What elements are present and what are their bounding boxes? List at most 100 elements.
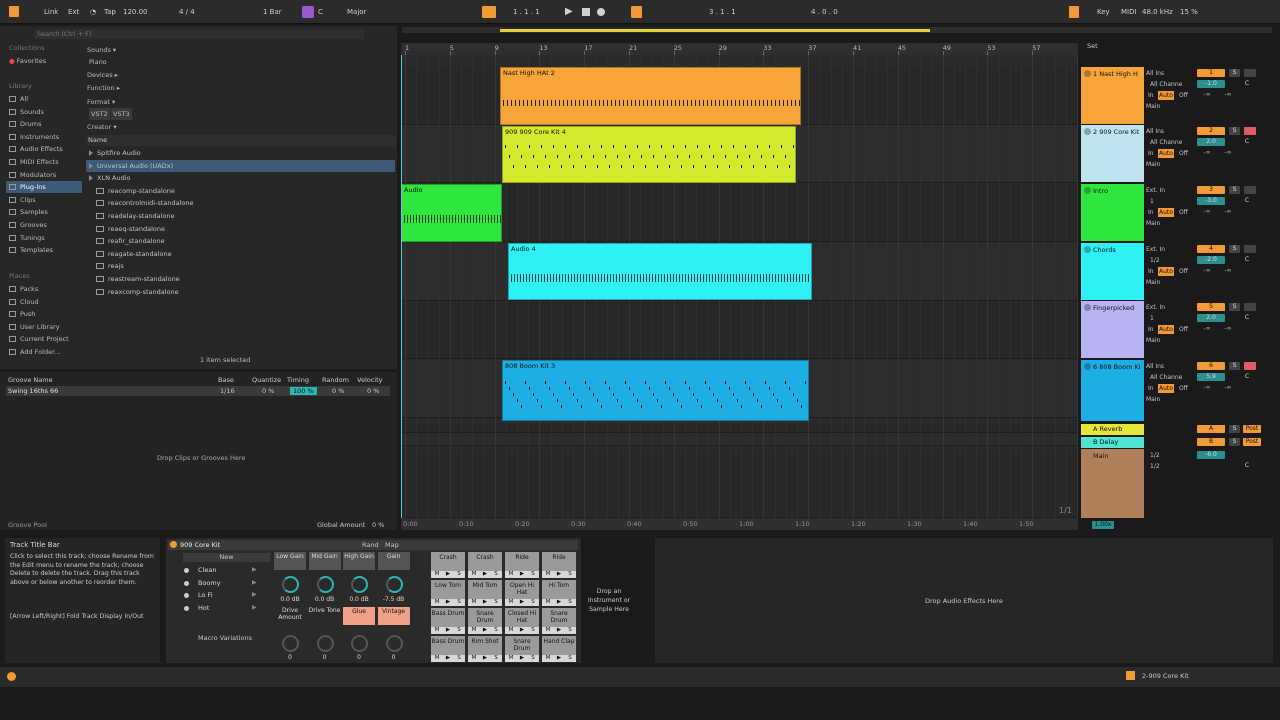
pad-btn-2[interactable]: S: [565, 655, 576, 662]
arm-button[interactable]: [1244, 69, 1256, 77]
filter-3[interactable]: Function ▸: [87, 82, 120, 94]
places-item-cloud[interactable]: Cloud: [6, 296, 82, 308]
pad-btn-0[interactable]: M: [506, 599, 517, 606]
hamburger-icon[interactable]: [9, 6, 19, 17]
pad-btn-1[interactable]: ▶: [480, 571, 491, 578]
pad-btn-0[interactable]: M: [506, 571, 517, 578]
macro-knob[interactable]: [351, 635, 368, 652]
variation-name[interactable]: Boomy: [198, 579, 221, 587]
variation-play-icon[interactable]: ▶: [252, 566, 257, 573]
drum-pad[interactable]: Crash M ▶ S: [468, 552, 502, 578]
midi-map-button[interactable]: MIDI: [1121, 6, 1137, 18]
drum-pad[interactable]: Mid Tom M ▶ S: [468, 580, 502, 606]
pad-btn-1[interactable]: ▶: [480, 655, 491, 662]
device-power-icon[interactable]: [170, 541, 177, 548]
pad-btn-2[interactable]: S: [491, 655, 502, 662]
places-item-user-library[interactable]: User Library: [6, 321, 82, 333]
monitor-auto[interactable]: Auto: [1158, 384, 1174, 393]
track-activator[interactable]: 1: [1197, 69, 1225, 77]
input-type[interactable]: All Ins: [1146, 69, 1164, 78]
groove-base[interactable]: 1/16: [220, 387, 235, 395]
sidebar-item-plug-ins[interactable]: Plug-Ins: [6, 181, 82, 194]
pad-btn-1[interactable]: ▶: [517, 599, 528, 606]
macro-knob[interactable]: [316, 576, 334, 593]
input-channel[interactable]: 1: [1150, 197, 1154, 206]
variation-play-icon[interactable]: ▶: [252, 591, 257, 598]
input-channel[interactable]: 1: [1150, 314, 1154, 323]
pad-btn-2[interactable]: S: [565, 627, 576, 634]
solo-button[interactable]: S: [1229, 362, 1240, 370]
output-select[interactable]: Main: [1146, 395, 1160, 404]
global-amount-field[interactable]: 0 %: [372, 521, 384, 529]
filter-1[interactable]: Piano: [89, 56, 107, 68]
send-b[interactable]: -∞: [1219, 149, 1237, 157]
loop-start[interactable]: 3 . 1 . 1: [709, 6, 736, 18]
input-type[interactable]: Ext. In: [1146, 186, 1165, 195]
monitor-off[interactable]: Off: [1179, 325, 1188, 334]
monitor-off[interactable]: Off: [1179, 149, 1188, 158]
sidebar-item-clips[interactable]: Clips: [6, 194, 82, 206]
drum-pad[interactable]: Low Tom M ▶ S: [431, 580, 465, 606]
pad-btn-0[interactable]: M: [469, 655, 480, 662]
places-item-current-project[interactable]: Current Project: [6, 333, 82, 345]
pad-btn-2[interactable]: S: [491, 599, 502, 606]
drum-pad[interactable]: Snare Drum M ▶ S: [542, 608, 576, 634]
monitor-in[interactable]: In: [1148, 325, 1154, 334]
draw-mode-icon[interactable]: [1069, 6, 1079, 18]
loop-length[interactable]: 1 Bar: [263, 6, 282, 18]
browser-item[interactable]: reaxcomp-standalone: [86, 286, 395, 298]
volume-field[interactable]: 2.0: [1197, 314, 1225, 322]
sidebar-item-all[interactable]: All: [6, 93, 82, 105]
pad-btn-2[interactable]: S: [454, 627, 465, 634]
drum-pad[interactable]: Open Hi Hat M ▶ S: [505, 580, 539, 606]
volume-field[interactable]: -3.0: [1197, 197, 1225, 205]
return-activator[interactable]: A: [1197, 425, 1225, 433]
fold-icon[interactable]: [1084, 304, 1091, 311]
track-header[interactable]: 6 808 Boom Ki: [1081, 360, 1144, 421]
sidebar-item-tunings[interactable]: Tunings: [6, 232, 82, 244]
pad-btn-2[interactable]: S: [491, 571, 502, 578]
main-volume[interactable]: -6.0: [1197, 451, 1225, 459]
filter-5[interactable]: VST2: [89, 108, 110, 120]
filter-0[interactable]: Sounds ▾: [87, 44, 116, 56]
pan-field[interactable]: C: [1242, 314, 1252, 322]
browser-item[interactable]: reastream-standalone: [86, 273, 395, 285]
pad-btn-1[interactable]: ▶: [443, 571, 454, 578]
clip[interactable]: 808 Boom Kit 3: [502, 360, 809, 421]
send-a[interactable]: -∞: [1198, 149, 1216, 157]
macro-knob[interactable]: [351, 576, 368, 593]
input-type[interactable]: Ext. In: [1146, 245, 1165, 254]
pad-btn-2[interactable]: S: [528, 599, 539, 606]
send-b[interactable]: -∞: [1219, 208, 1237, 216]
scale-select[interactable]: Major: [347, 6, 366, 18]
pad-btn-2[interactable]: S: [565, 571, 576, 578]
variation-dot-icon[interactable]: [184, 568, 189, 573]
output-select[interactable]: Main: [1146, 336, 1160, 345]
volume-field[interactable]: -2.0: [1197, 256, 1225, 264]
groove-random[interactable]: 0 %: [332, 387, 344, 395]
pad-btn-0[interactable]: M: [432, 599, 443, 606]
send-a[interactable]: -∞: [1198, 267, 1216, 275]
fold-icon[interactable]: [1084, 246, 1091, 253]
drum-pad[interactable]: Rim Shot M ▶ S: [468, 636, 502, 662]
browser-item[interactable]: Universal Audio (UADx): [86, 159, 395, 172]
drum-pad[interactable]: Crash M ▶ S: [431, 552, 465, 578]
output-select[interactable]: Main: [1146, 160, 1160, 169]
return-header[interactable]: A Reverb: [1081, 424, 1144, 435]
pad-btn-1[interactable]: ▶: [480, 627, 491, 634]
sidebar-item-samples[interactable]: Samples: [6, 206, 82, 218]
macro-knob[interactable]: [385, 635, 403, 652]
track-header[interactable]: Fingerpicked: [1081, 301, 1144, 358]
key-map-button[interactable]: Key: [1097, 6, 1110, 18]
pad-btn-0[interactable]: M: [469, 627, 480, 634]
pad-btn-0[interactable]: M: [543, 571, 554, 578]
pad-btn-1[interactable]: ▶: [554, 599, 565, 606]
sidebar-item-midi-effects[interactable]: MIDI Effects: [6, 156, 82, 168]
track-activator[interactable]: 2: [1197, 127, 1225, 135]
send-b[interactable]: -∞: [1219, 91, 1237, 99]
pad-btn-2[interactable]: S: [454, 599, 465, 606]
pad-btn-0[interactable]: M: [506, 627, 517, 634]
drum-pad[interactable]: Hand Clap M ▶ S: [542, 636, 576, 662]
pan-field[interactable]: C: [1242, 373, 1252, 381]
scale-icon[interactable]: [302, 6, 314, 18]
